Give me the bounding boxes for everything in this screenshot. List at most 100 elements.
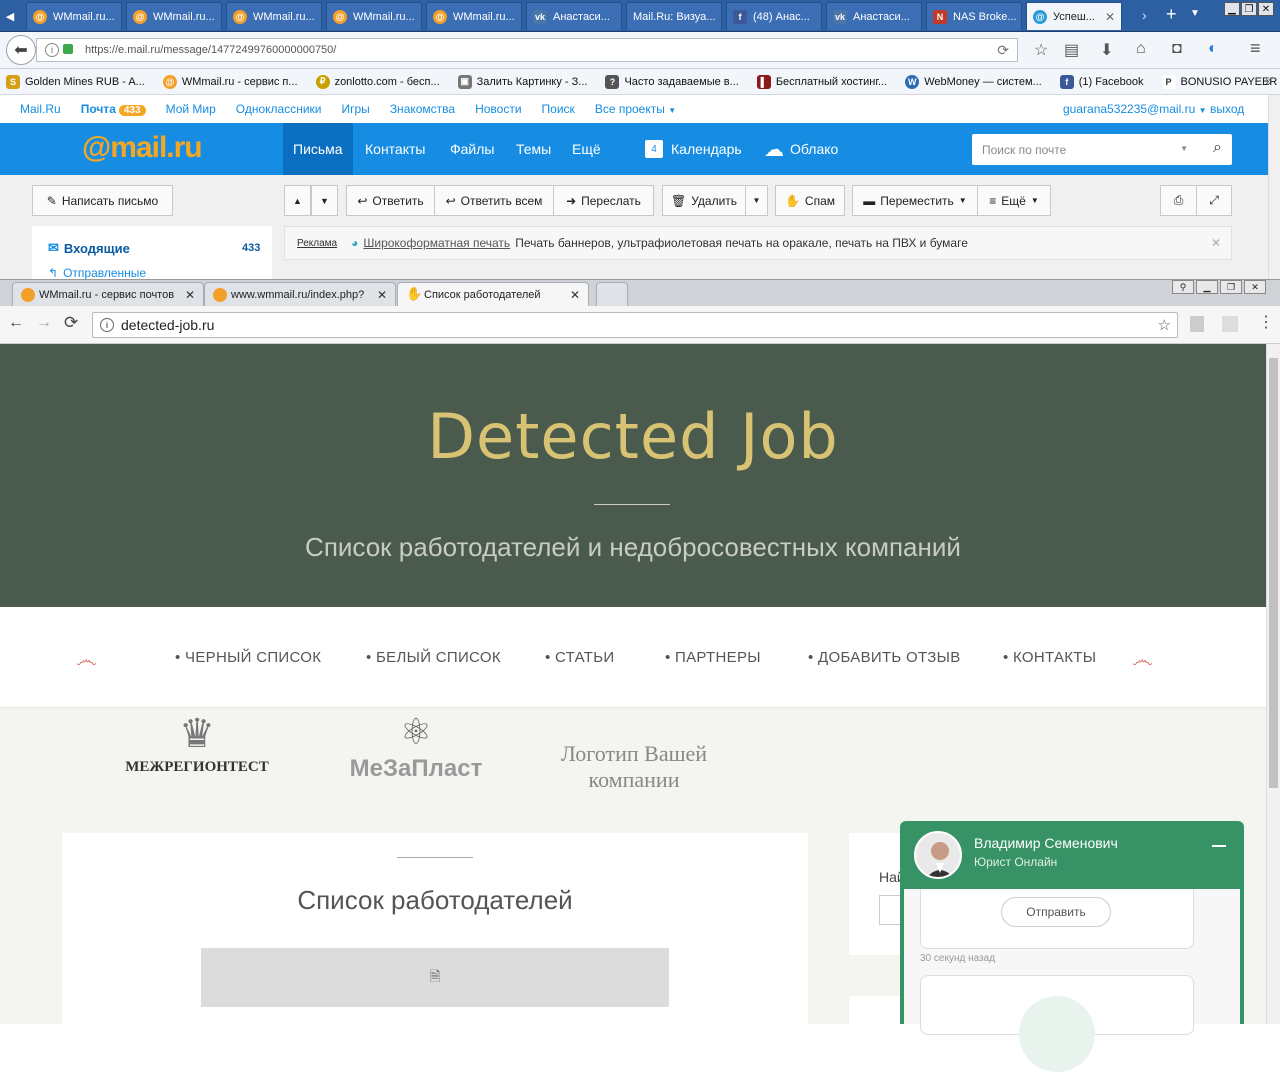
logout-link[interactable]: выход [1210,102,1244,116]
reply-button[interactable]: ↩ Ответить [346,185,435,216]
info-icon[interactable]: i [45,43,59,57]
delete-button[interactable]: 🗑 Удалить [662,185,746,216]
folder-sent[interactable]: ↰ Отправленные [48,266,146,280]
partner-logo-2[interactable]: ⚛ МеЗаПласт [336,709,496,783]
ff-tab-active[interactable]: @ Успеш... ✕ [1026,2,1122,30]
reply-all-button[interactable]: ↩ Ответить всем [434,185,554,216]
nav-letters[interactable]: Письма [283,123,353,175]
ff-tab-9[interactable]: vk Анастаси... [826,2,922,30]
prev-message-button[interactable]: ▲ [284,185,311,216]
portal-link-dating[interactable]: Знакомства [390,102,455,116]
restore-icon[interactable]: ❐ [1220,280,1242,294]
chrome-url-bar[interactable]: i detected-job.ru ☆ [92,312,1178,338]
partner-logo-placeholder[interactable]: Логотип Вашей компании [556,741,712,793]
ff-tab-7[interactable]: Mail.Ru: Визуа... [626,2,722,30]
tabs-scroll-left-button[interactable]: ◀ [0,2,20,30]
back-arrow-icon[interactable]: ⬅ [6,35,36,65]
bookmark-item[interactable]: S Golden Mines RUB - A... [0,74,145,89]
profile-icon[interactable]: ⚲ [1172,280,1194,294]
extension-icon[interactable] [1222,316,1238,332]
menu-contacts[interactable]: • КОНТАКТЫ [1003,649,1096,666]
portal-link-ok[interactable]: Одноклассники [236,102,322,116]
bookmark-star-icon[interactable]: ☆ [1158,316,1171,334]
portal-link-news[interactable]: Новости [475,102,521,116]
close-tab-icon[interactable]: ✕ [570,288,580,302]
more-actions-button[interactable]: ≡ Ещё ▼ [977,185,1051,216]
chevron-down-icon[interactable]: ▼ [1180,144,1188,153]
home-icon[interactable]: ⌂ [1136,40,1146,58]
folder-inbox[interactable]: ✉ Входящие [48,240,130,256]
ad-tag[interactable]: Реклама [297,238,337,249]
ff-tab-10[interactable]: N NAS Broke... [926,2,1022,30]
bookmark-item[interactable]: PBONUSIO PAYEER BO... [1156,74,1280,89]
ad-link[interactable]: Широкоформатная печать [363,236,510,250]
new-tab-button[interactable] [596,282,628,307]
kebab-menu-icon[interactable]: ⋮ [1258,312,1274,332]
menu-whitelist[interactable]: • БЕЛЫЙ СПИСОК [366,649,501,666]
bookmark-star-icon[interactable]: ☆ [1034,40,1048,60]
bookmark-item[interactable]: ▌ Бесплатный хостинг... [751,74,887,89]
bookmark-item[interactable]: ? Часто задаваемые в... [599,74,739,89]
new-tab-icon[interactable]: + [1166,4,1177,25]
chrome-tab-2[interactable]: www.wmmail.ru/index.php? ✕ [204,282,396,307]
mail-search-input[interactable]: Поиск по почте ▼ ⌕ [972,134,1232,165]
move-button[interactable]: ▬ Переместить ▼ [852,185,978,216]
search-icon[interactable]: ⌕ [1213,139,1222,157]
nav-contacts[interactable]: Контакты [355,123,435,175]
send-button[interactable]: Отправить [1001,897,1111,927]
portal-link-pochta[interactable]: Почта 433 [81,102,146,116]
restore-icon[interactable]: ❐ [1241,2,1257,16]
portal-link-mailru[interactable]: Mail.Ru [20,102,61,116]
back-arrow-icon[interactable]: ← [8,314,24,332]
pocket-icon[interactable]: ◘ [1172,40,1182,58]
close-icon[interactable]: ✕ [1211,236,1221,250]
ff-tab-6[interactable]: vk Анастаси... [526,2,622,30]
firefox-url-bar[interactable]: i https://e.mail.ru/message/147724997600… [36,38,1018,62]
forward-arrow-icon[interactable]: → [36,314,52,332]
minimize-icon[interactable]: ▁ [1196,280,1218,294]
nav-more[interactable]: Ещё [562,123,611,175]
hamburger-menu-icon[interactable]: ≡ [1250,38,1261,59]
partner-logo-1[interactable]: ♛ МЕЖРЕГИОНТЕСТ [120,709,274,776]
portal-link-games[interactable]: Игры [342,102,370,116]
close-window-icon[interactable]: ✕ [1258,2,1274,16]
mailru-logo[interactable]: @mail.ru [82,131,203,165]
bookmark-item[interactable]: @ WMmail.ru - сервис п... [157,74,298,89]
ff-tab-8[interactable]: f (48) Анас... [726,2,822,30]
close-window-icon[interactable]: ✕ [1244,280,1266,294]
menu-partners[interactable]: • ПАРТНЕРЫ [665,649,761,666]
bookmark-item[interactable]: W WebMoney — систем... [899,74,1042,89]
mailru-scrollbar[interactable] [1268,95,1280,279]
ff-tab-5[interactable]: @ WMmail.ru... [426,2,522,30]
chrome-tab-active[interactable]: ✋ Список работодателей ✕ [397,282,589,307]
portal-link-all-projects[interactable]: Все проекты ▼ [595,102,676,116]
portal-link-mymir[interactable]: Мой Мир [166,102,216,116]
nav-files[interactable]: Файлы [440,123,504,175]
tab-list-chevron-icon[interactable]: ▼ [1190,8,1200,19]
ff-tab-1[interactable]: @ WMmail.ru... [26,2,122,30]
extension-icon[interactable] [1190,316,1204,332]
print-button[interactable]: ⎙ [1160,185,1197,216]
expand-button[interactable]: ⤢ [1196,185,1232,216]
user-email-link[interactable]: guarana532235@mail.ru ▼ [1063,102,1207,116]
download-icon[interactable]: ⬇ [1100,40,1113,60]
compose-button[interactable]: ✎ Написать письмо [32,185,173,216]
nav-themes[interactable]: Темы [506,123,561,175]
bookmark-item[interactable]: ₽ zonlotto.com - бесп... [310,74,440,89]
menu-articles[interactable]: • СТАТЬИ [545,649,614,666]
delete-options-button[interactable]: ▼ [745,185,768,216]
minimize-chat-icon[interactable] [1212,845,1226,847]
close-tab-icon[interactable]: ✕ [377,288,387,302]
page-scrollbar[interactable] [1266,344,1280,1024]
ff-tab-3[interactable]: @ WMmail.ru... [226,2,322,30]
nav-cloud[interactable]: ☁ Облако [754,123,848,175]
nav-calendar[interactable]: 4 Календарь [635,123,752,175]
scroll-thumb[interactable] [1269,358,1278,788]
close-tab-icon[interactable]: ✕ [185,288,195,302]
info-icon[interactable]: i [100,318,114,332]
menu-add-review[interactable]: • ДОБАВИТЬ ОТЗЫВ [808,649,961,666]
bookmark-item[interactable]: f (1) Facebook [1054,74,1144,89]
close-tab-icon[interactable]: ✕ [1105,10,1115,24]
next-message-button[interactable]: ▼ [311,185,338,216]
reload-icon[interactable]: ⟳ [64,313,78,333]
